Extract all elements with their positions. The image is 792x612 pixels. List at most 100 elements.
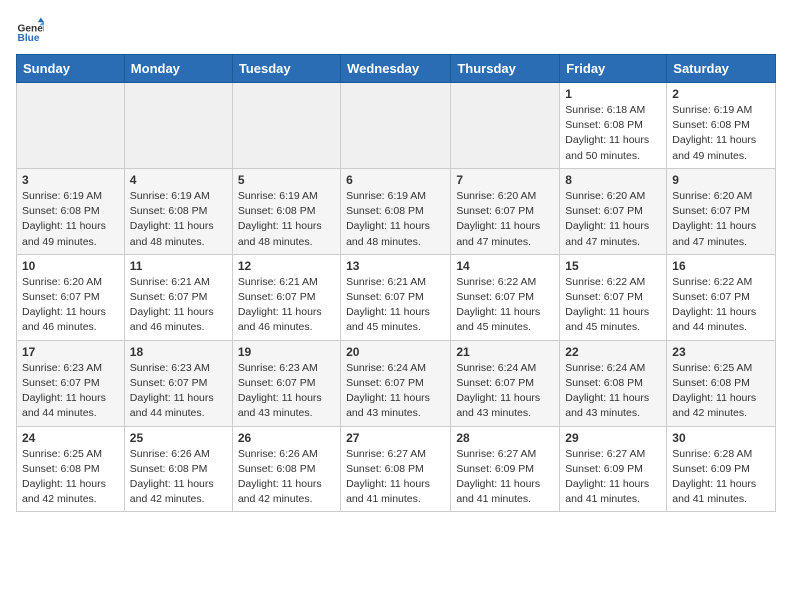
calendar-cell: 16 Sunrise: 6:22 AMSunset: 6:07 PMDayligh… [667,254,776,340]
day-info: Sunrise: 6:27 AMSunset: 6:08 PMDaylight:… [346,447,445,508]
calendar-cell: 5 Sunrise: 6:19 AMSunset: 6:08 PMDaylight… [232,168,340,254]
day-number: 2 [672,87,770,101]
calendar-cell: 22 Sunrise: 6:24 AMSunset: 6:08 PMDayligh… [560,340,667,426]
day-of-week-header: Tuesday [232,55,340,83]
day-number: 11 [130,259,227,273]
day-info: Sunrise: 6:24 AMSunset: 6:07 PMDaylight:… [456,361,554,422]
day-info: Sunrise: 6:20 AMSunset: 6:07 PMDaylight:… [22,275,119,336]
day-number: 25 [130,431,227,445]
svg-text:Blue: Blue [18,33,40,44]
day-info: Sunrise: 6:22 AMSunset: 6:07 PMDaylight:… [456,275,554,336]
calendar-cell [341,83,451,169]
calendar-cell: 14 Sunrise: 6:22 AMSunset: 6:07 PMDayligh… [451,254,560,340]
day-number: 14 [456,259,554,273]
day-number: 23 [672,345,770,359]
day-number: 21 [456,345,554,359]
day-info: Sunrise: 6:24 AMSunset: 6:08 PMDaylight:… [565,361,661,422]
calendar-cell: 30 Sunrise: 6:28 AMSunset: 6:09 PMDayligh… [667,426,776,512]
day-number: 30 [672,431,770,445]
calendar-cell: 13 Sunrise: 6:21 AMSunset: 6:07 PMDayligh… [341,254,451,340]
day-number: 1 [565,87,661,101]
calendar-cell: 20 Sunrise: 6:24 AMSunset: 6:07 PMDayligh… [341,340,451,426]
day-info: Sunrise: 6:21 AMSunset: 6:07 PMDaylight:… [346,275,445,336]
day-info: Sunrise: 6:20 AMSunset: 6:07 PMDaylight:… [565,189,661,250]
day-info: Sunrise: 6:27 AMSunset: 6:09 PMDaylight:… [565,447,661,508]
day-number: 5 [238,173,335,187]
day-number: 19 [238,345,335,359]
day-number: 26 [238,431,335,445]
day-info: Sunrise: 6:19 AMSunset: 6:08 PMDaylight:… [130,189,227,250]
calendar-cell: 7 Sunrise: 6:20 AMSunset: 6:07 PMDaylight… [451,168,560,254]
day-of-week-header: Saturday [667,55,776,83]
calendar-cell: 12 Sunrise: 6:21 AMSunset: 6:07 PMDayligh… [232,254,340,340]
calendar-cell: 23 Sunrise: 6:25 AMSunset: 6:08 PMDayligh… [667,340,776,426]
calendar-cell [17,83,125,169]
day-info: Sunrise: 6:19 AMSunset: 6:08 PMDaylight:… [238,189,335,250]
day-info: Sunrise: 6:22 AMSunset: 6:07 PMDaylight:… [672,275,770,336]
day-number: 24 [22,431,119,445]
calendar-cell [232,83,340,169]
day-of-week-header: Sunday [17,55,125,83]
day-number: 10 [22,259,119,273]
day-info: Sunrise: 6:21 AMSunset: 6:07 PMDaylight:… [238,275,335,336]
day-number: 8 [565,173,661,187]
day-number: 3 [22,173,119,187]
day-info: Sunrise: 6:23 AMSunset: 6:07 PMDaylight:… [22,361,119,422]
calendar-header-row: SundayMondayTuesdayWednesdayThursdayFrid… [17,55,776,83]
day-number: 29 [565,431,661,445]
day-info: Sunrise: 6:20 AMSunset: 6:07 PMDaylight:… [456,189,554,250]
day-number: 15 [565,259,661,273]
calendar-week-row: 1 Sunrise: 6:18 AMSunset: 6:08 PMDaylight… [17,83,776,169]
day-number: 16 [672,259,770,273]
day-info: Sunrise: 6:26 AMSunset: 6:08 PMDaylight:… [130,447,227,508]
day-number: 13 [346,259,445,273]
logo-icon: General Blue [16,16,44,44]
day-number: 22 [565,345,661,359]
calendar-cell: 17 Sunrise: 6:23 AMSunset: 6:07 PMDayligh… [17,340,125,426]
page-header: General Blue [16,16,776,44]
day-info: Sunrise: 6:23 AMSunset: 6:07 PMDaylight:… [238,361,335,422]
day-info: Sunrise: 6:24 AMSunset: 6:07 PMDaylight:… [346,361,445,422]
day-info: Sunrise: 6:19 AMSunset: 6:08 PMDaylight:… [672,103,770,164]
day-info: Sunrise: 6:27 AMSunset: 6:09 PMDaylight:… [456,447,554,508]
calendar-cell: 21 Sunrise: 6:24 AMSunset: 6:07 PMDayligh… [451,340,560,426]
day-number: 7 [456,173,554,187]
day-of-week-header: Thursday [451,55,560,83]
day-number: 20 [346,345,445,359]
day-info: Sunrise: 6:22 AMSunset: 6:07 PMDaylight:… [565,275,661,336]
day-info: Sunrise: 6:25 AMSunset: 6:08 PMDaylight:… [672,361,770,422]
day-number: 9 [672,173,770,187]
day-number: 17 [22,345,119,359]
calendar-cell: 10 Sunrise: 6:20 AMSunset: 6:07 PMDayligh… [17,254,125,340]
calendar-cell: 6 Sunrise: 6:19 AMSunset: 6:08 PMDaylight… [341,168,451,254]
calendar-cell: 19 Sunrise: 6:23 AMSunset: 6:07 PMDayligh… [232,340,340,426]
calendar-cell: 29 Sunrise: 6:27 AMSunset: 6:09 PMDayligh… [560,426,667,512]
day-number: 6 [346,173,445,187]
calendar-week-row: 10 Sunrise: 6:20 AMSunset: 6:07 PMDayligh… [17,254,776,340]
calendar-cell: 8 Sunrise: 6:20 AMSunset: 6:07 PMDaylight… [560,168,667,254]
day-of-week-header: Monday [124,55,232,83]
calendar-table: SundayMondayTuesdayWednesdayThursdayFrid… [16,54,776,512]
day-info: Sunrise: 6:18 AMSunset: 6:08 PMDaylight:… [565,103,661,164]
calendar-cell: 15 Sunrise: 6:22 AMSunset: 6:07 PMDayligh… [560,254,667,340]
calendar-cell: 27 Sunrise: 6:27 AMSunset: 6:08 PMDayligh… [341,426,451,512]
day-number: 27 [346,431,445,445]
calendar-cell: 28 Sunrise: 6:27 AMSunset: 6:09 PMDayligh… [451,426,560,512]
calendar-cell: 24 Sunrise: 6:25 AMSunset: 6:08 PMDayligh… [17,426,125,512]
calendar-cell: 25 Sunrise: 6:26 AMSunset: 6:08 PMDayligh… [124,426,232,512]
day-number: 12 [238,259,335,273]
logo: General Blue [16,16,48,44]
calendar-week-row: 24 Sunrise: 6:25 AMSunset: 6:08 PMDayligh… [17,426,776,512]
day-info: Sunrise: 6:25 AMSunset: 6:08 PMDaylight:… [22,447,119,508]
day-info: Sunrise: 6:19 AMSunset: 6:08 PMDaylight:… [346,189,445,250]
calendar-cell: 9Sunrise: 6:20 AMSunset: 6:07 PMDaylight… [667,168,776,254]
calendar-cell [451,83,560,169]
day-number: 28 [456,431,554,445]
day-info: Sunrise: 6:26 AMSunset: 6:08 PMDaylight:… [238,447,335,508]
day-of-week-header: Wednesday [341,55,451,83]
calendar-cell [124,83,232,169]
day-number: 4 [130,173,227,187]
day-info: Sunrise: 6:28 AMSunset: 6:09 PMDaylight:… [672,447,770,508]
calendar-cell: 11Sunrise: 6:21 AMSunset: 6:07 PMDayligh… [124,254,232,340]
calendar-cell: 1 Sunrise: 6:18 AMSunset: 6:08 PMDaylight… [560,83,667,169]
